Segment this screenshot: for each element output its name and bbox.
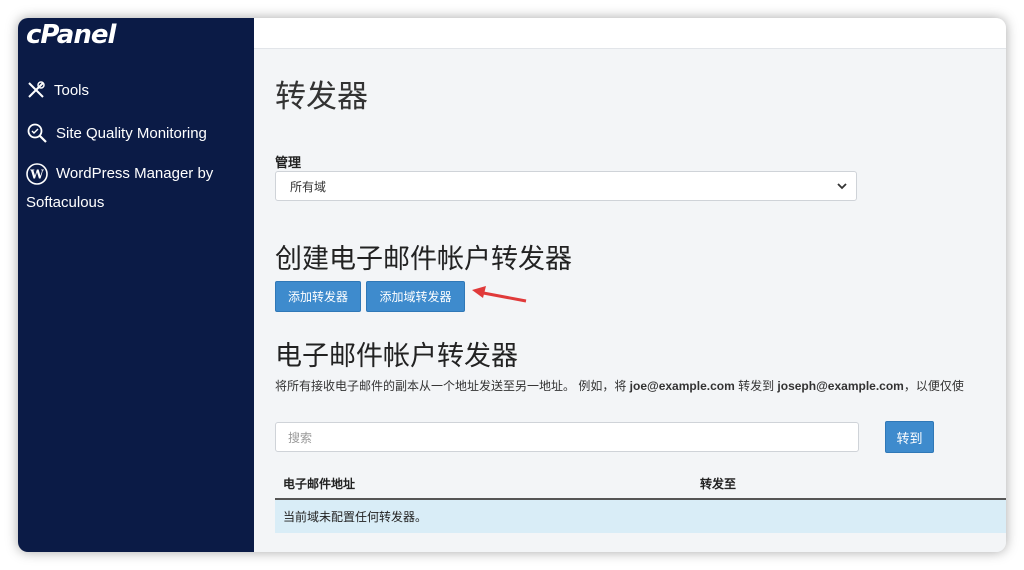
domain-select[interactable]: 所有域 — [275, 171, 857, 201]
domain-select-value: 所有域 — [290, 179, 327, 194]
go-button[interactable]: 转到 — [885, 421, 934, 453]
manage-label: 管理 — [275, 155, 302, 170]
top-bar — [254, 18, 1006, 49]
sidebar: cPanel Tools Site Quality Monitoring W W… — [18, 18, 254, 552]
column-header-forward-to[interactable]: 转发至 — [700, 475, 736, 492]
chevron-down-icon — [837, 183, 847, 190]
sidebar-item-wordpress-manager[interactable]: W WordPress Manager by Softaculous — [26, 159, 241, 217]
search-input[interactable]: 搜索 — [275, 422, 859, 452]
empty-message: 当前域未配置任何转发器。 — [283, 510, 428, 524]
sidebar-item-label: WordPress Manager by Softaculous — [26, 165, 214, 211]
add-domain-forwarder-button[interactable]: 添加域转发器 — [366, 281, 465, 312]
app-window: cPanel Tools Site Quality Monitoring W W… — [18, 18, 1006, 552]
example-target-email: joseph@example.com — [777, 379, 904, 393]
sidebar-item-label: Tools — [54, 81, 90, 99]
add-forwarder-button[interactable]: 添加转发器 — [275, 281, 361, 312]
main-content: 转发器 管理 所有域 创建电子邮件帐户转发器 添加转发器 添加域转发器 电子邮件… — [254, 49, 1006, 552]
forwarder-description: 将所有接收电子邮件的副本从一个地址发送至另一地址。 例如，将 joe@examp… — [275, 379, 964, 393]
sidebar-item-site-quality[interactable]: Site Quality Monitoring — [26, 122, 207, 144]
forwarders-list-heading: 电子邮件帐户转发器 — [275, 341, 518, 371]
table-empty-row: 当前域未配置任何转发器。 — [275, 500, 1006, 533]
column-header-email[interactable]: 电子邮件地址 — [283, 475, 355, 492]
search-icon — [27, 123, 47, 143]
create-forwarder-heading: 创建电子邮件帐户转发器 — [275, 244, 572, 274]
search-placeholder: 搜索 — [288, 430, 313, 445]
page-title: 转发器 — [275, 79, 368, 114]
cpanel-logo[interactable]: cPanel — [26, 20, 116, 50]
sidebar-item-tools[interactable]: Tools — [26, 80, 89, 100]
example-email: joe@example.com — [629, 379, 735, 393]
annotation-arrow-icon — [472, 286, 527, 303]
tools-icon — [28, 81, 45, 98]
sidebar-item-label: Site Quality Monitoring — [56, 124, 207, 142]
